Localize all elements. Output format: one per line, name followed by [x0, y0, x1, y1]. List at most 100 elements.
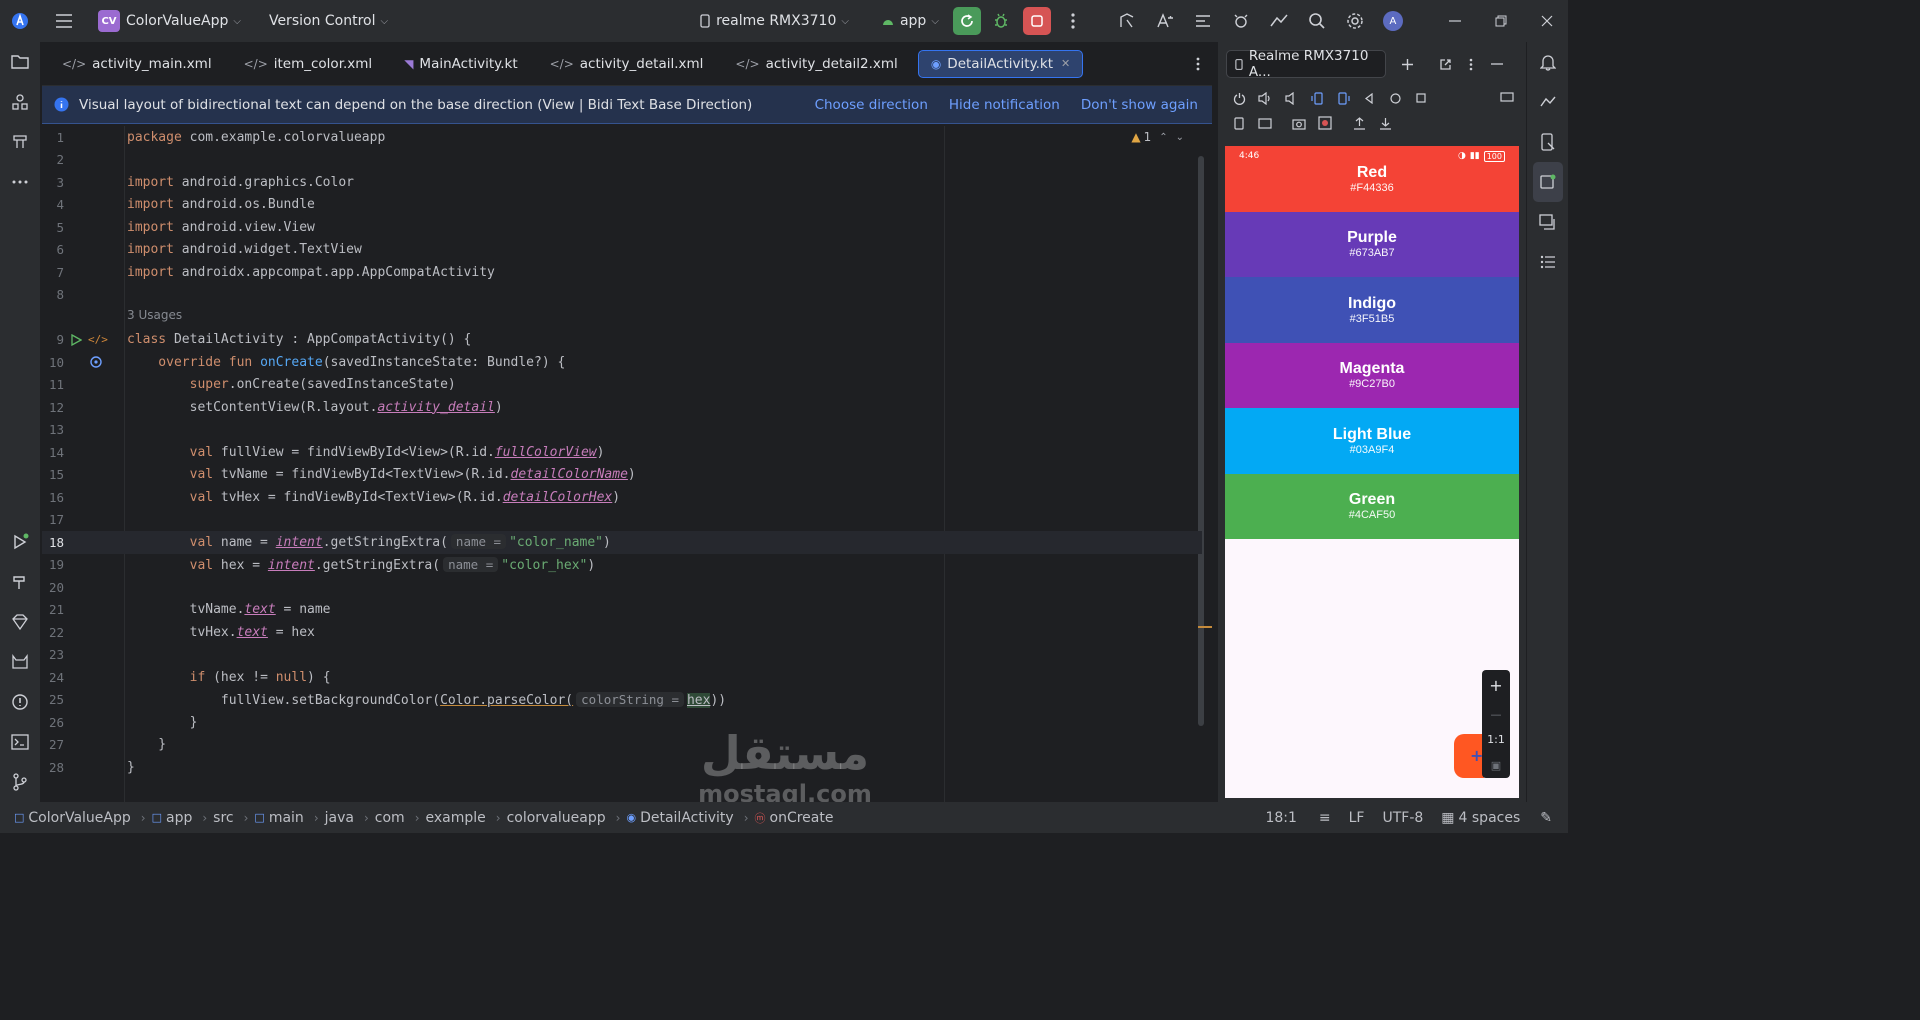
- close-window-icon[interactable]: [1531, 5, 1563, 37]
- rotate-left-icon[interactable]: [1304, 86, 1330, 110]
- app-inspection-icon[interactable]: [1528, 82, 1568, 122]
- rotate-right-icon[interactable]: [1330, 86, 1356, 110]
- breadcrumb-item[interactable]: □ ColorValueApp: [14, 810, 131, 826]
- tab-activity-main-xml[interactable]: </> activity_main.xml: [50, 50, 224, 78]
- color-item-indigo[interactable]: Indigo #3F51B5: [1225, 277, 1519, 343]
- back-icon[interactable]: [1356, 86, 1382, 110]
- project-folder-icon[interactable]: [0, 42, 40, 82]
- logcat-icon[interactable]: [1187, 5, 1219, 37]
- git-branch-icon[interactable]: [0, 762, 40, 802]
- structure-list-icon[interactable]: [1528, 242, 1568, 282]
- device-manager-icon[interactable]: [1263, 5, 1295, 37]
- more-actions-icon[interactable]: [1057, 5, 1089, 37]
- dont-show-again-link[interactable]: Don't show again: [1081, 97, 1198, 113]
- add-device-icon[interactable]: [1394, 52, 1420, 76]
- vcs-menu[interactable]: Version Control ⌵: [269, 13, 388, 29]
- breadcrumb-item[interactable]: java: [325, 810, 354, 826]
- file-encoding[interactable]: UTF-8: [1382, 810, 1423, 826]
- screen-record-icon[interactable]: [1312, 111, 1338, 135]
- floating-action-button[interactable]: +: [1454, 734, 1484, 778]
- panel-more-icon[interactable]: [1458, 52, 1484, 76]
- build-hammer-icon[interactable]: [0, 562, 40, 602]
- main-menu-icon[interactable]: [48, 5, 80, 37]
- keyboard-icon[interactable]: [1252, 111, 1278, 135]
- zoom-fit-icon[interactable]: ▣: [1491, 759, 1501, 772]
- build-variants-icon[interactable]: [0, 122, 40, 162]
- hide-notification-link[interactable]: Hide notification: [949, 97, 1060, 113]
- notifications-bell-icon[interactable]: [1528, 42, 1568, 82]
- edit-lock-icon[interactable]: ✎: [1540, 810, 1552, 826]
- zoom-actual-size[interactable]: 1:1: [1487, 733, 1505, 746]
- restore-window-icon[interactable]: [1485, 5, 1517, 37]
- problems-icon[interactable]: [0, 682, 40, 722]
- minimize-panel-icon[interactable]: [1484, 52, 1510, 76]
- tab-detail-activity-kt[interactable]: ◉ DetailActivity.kt ✕: [917, 49, 1084, 78]
- terminal-icon[interactable]: [0, 722, 40, 762]
- open-external-icon[interactable]: [1432, 52, 1458, 76]
- zoom-out-icon[interactable]: —: [1491, 708, 1502, 721]
- run-tool-icon[interactable]: [0, 522, 40, 562]
- logcat-cat-icon[interactable]: [0, 642, 40, 682]
- project-selector[interactable]: CV ColorValueApp ⌵: [98, 10, 241, 32]
- breadcrumb-item[interactable]: ◉ DetailActivity: [626, 810, 733, 826]
- override-gutter-icon[interactable]: [89, 355, 103, 369]
- wrap-mode-icon[interactable]: ≡: [1319, 810, 1331, 826]
- device-screenshot-icon[interactable]: [1226, 111, 1252, 135]
- settings-gear-icon[interactable]: [1339, 5, 1371, 37]
- device-explorer-icon[interactable]: [1528, 122, 1568, 162]
- download-icon[interactable]: [1372, 111, 1398, 135]
- close-tab-icon[interactable]: ✕: [1061, 57, 1070, 70]
- breadcrumb-item[interactable]: com: [375, 810, 405, 826]
- zoom-in-icon[interactable]: +: [1489, 676, 1502, 695]
- run-config-selector[interactable]: app ⌵: [881, 13, 939, 29]
- volume-down-icon[interactable]: [1278, 86, 1304, 110]
- running-devices-icon[interactable]: [1532, 162, 1563, 202]
- device-tab[interactable]: Realme RMX3710 A...: [1226, 48, 1386, 80]
- color-item-green[interactable]: Green #4CAF50: [1225, 473, 1519, 539]
- upload-icon[interactable]: [1346, 111, 1372, 135]
- tab-activity-detail-xml[interactable]: </> activity_detail.xml: [538, 50, 716, 78]
- tabs-more-icon[interactable]: [1196, 57, 1200, 71]
- profiler-icon[interactable]: [1111, 5, 1143, 37]
- translate-icon[interactable]: [1149, 5, 1181, 37]
- device-mirror-icon[interactable]: [1528, 202, 1568, 242]
- gradle-gem-icon[interactable]: [0, 602, 40, 642]
- tab-main-activity-kt[interactable]: ◥ MainActivity.kt: [392, 50, 529, 78]
- minimize-window-icon[interactable]: [1439, 5, 1471, 37]
- overview-icon[interactable]: [1408, 86, 1434, 110]
- run-gutter-icon[interactable]: [70, 333, 82, 346]
- color-item-purple[interactable]: Purple #673AB7: [1225, 211, 1519, 277]
- code-gutter-icon[interactable]: </>: [88, 333, 108, 346]
- breadcrumb-item[interactable]: ⓜ onCreate: [755, 810, 834, 826]
- color-item-magenta[interactable]: Magenta #9C27B0: [1225, 342, 1519, 408]
- debug-button[interactable]: [985, 5, 1017, 37]
- color-item-light-blue[interactable]: Light Blue #03A9F4: [1225, 408, 1519, 474]
- volume-up-icon[interactable]: [1252, 86, 1278, 110]
- power-icon[interactable]: [1226, 86, 1252, 110]
- resource-manager-icon[interactable]: [0, 82, 40, 122]
- code-area[interactable]: ▲ 1 ⌃ ⌄ 1 package com.example.colorvalueap…: [42, 126, 1212, 802]
- tab-item-color-xml[interactable]: </> item_color.xml: [232, 50, 385, 78]
- home-icon[interactable]: [1382, 86, 1408, 110]
- mirror-settings-icon[interactable]: [1494, 86, 1520, 110]
- android-bug-icon[interactable]: [1225, 5, 1257, 37]
- device-screen[interactable]: Red #F44336 Purple #673AB7 Indigo #3F51B5 M…: [1225, 146, 1519, 798]
- breadcrumb-item[interactable]: example: [426, 810, 486, 826]
- usages-hint[interactable]: 3 Usages: [127, 308, 182, 322]
- breadcrumb-item[interactable]: src: [213, 810, 233, 826]
- line-separator[interactable]: LF: [1349, 810, 1365, 826]
- stop-button[interactable]: [1022, 7, 1051, 35]
- tab-activity-detail2-xml[interactable]: </> activity_detail2.xml: [723, 50, 909, 78]
- apply-changes-button[interactable]: [952, 7, 981, 35]
- account-avatar[interactable]: A: [1377, 5, 1409, 37]
- device-selector[interactable]: realme RMX3710 ⌵: [700, 13, 849, 29]
- breadcrumb-item[interactable]: colorvalueapp: [507, 810, 606, 826]
- indent-setting[interactable]: ▦ 4 spaces: [1441, 810, 1520, 826]
- camera-capture-icon[interactable]: [1286, 111, 1312, 135]
- breadcrumb-item[interactable]: □ main: [254, 810, 303, 826]
- choose-direction-link[interactable]: Choose direction: [815, 97, 928, 113]
- caret-position[interactable]: 18:1: [1265, 810, 1296, 826]
- search-icon[interactable]: [1301, 5, 1333, 37]
- more-tools-icon[interactable]: [0, 162, 40, 202]
- breadcrumb-item[interactable]: □ app: [152, 810, 193, 826]
